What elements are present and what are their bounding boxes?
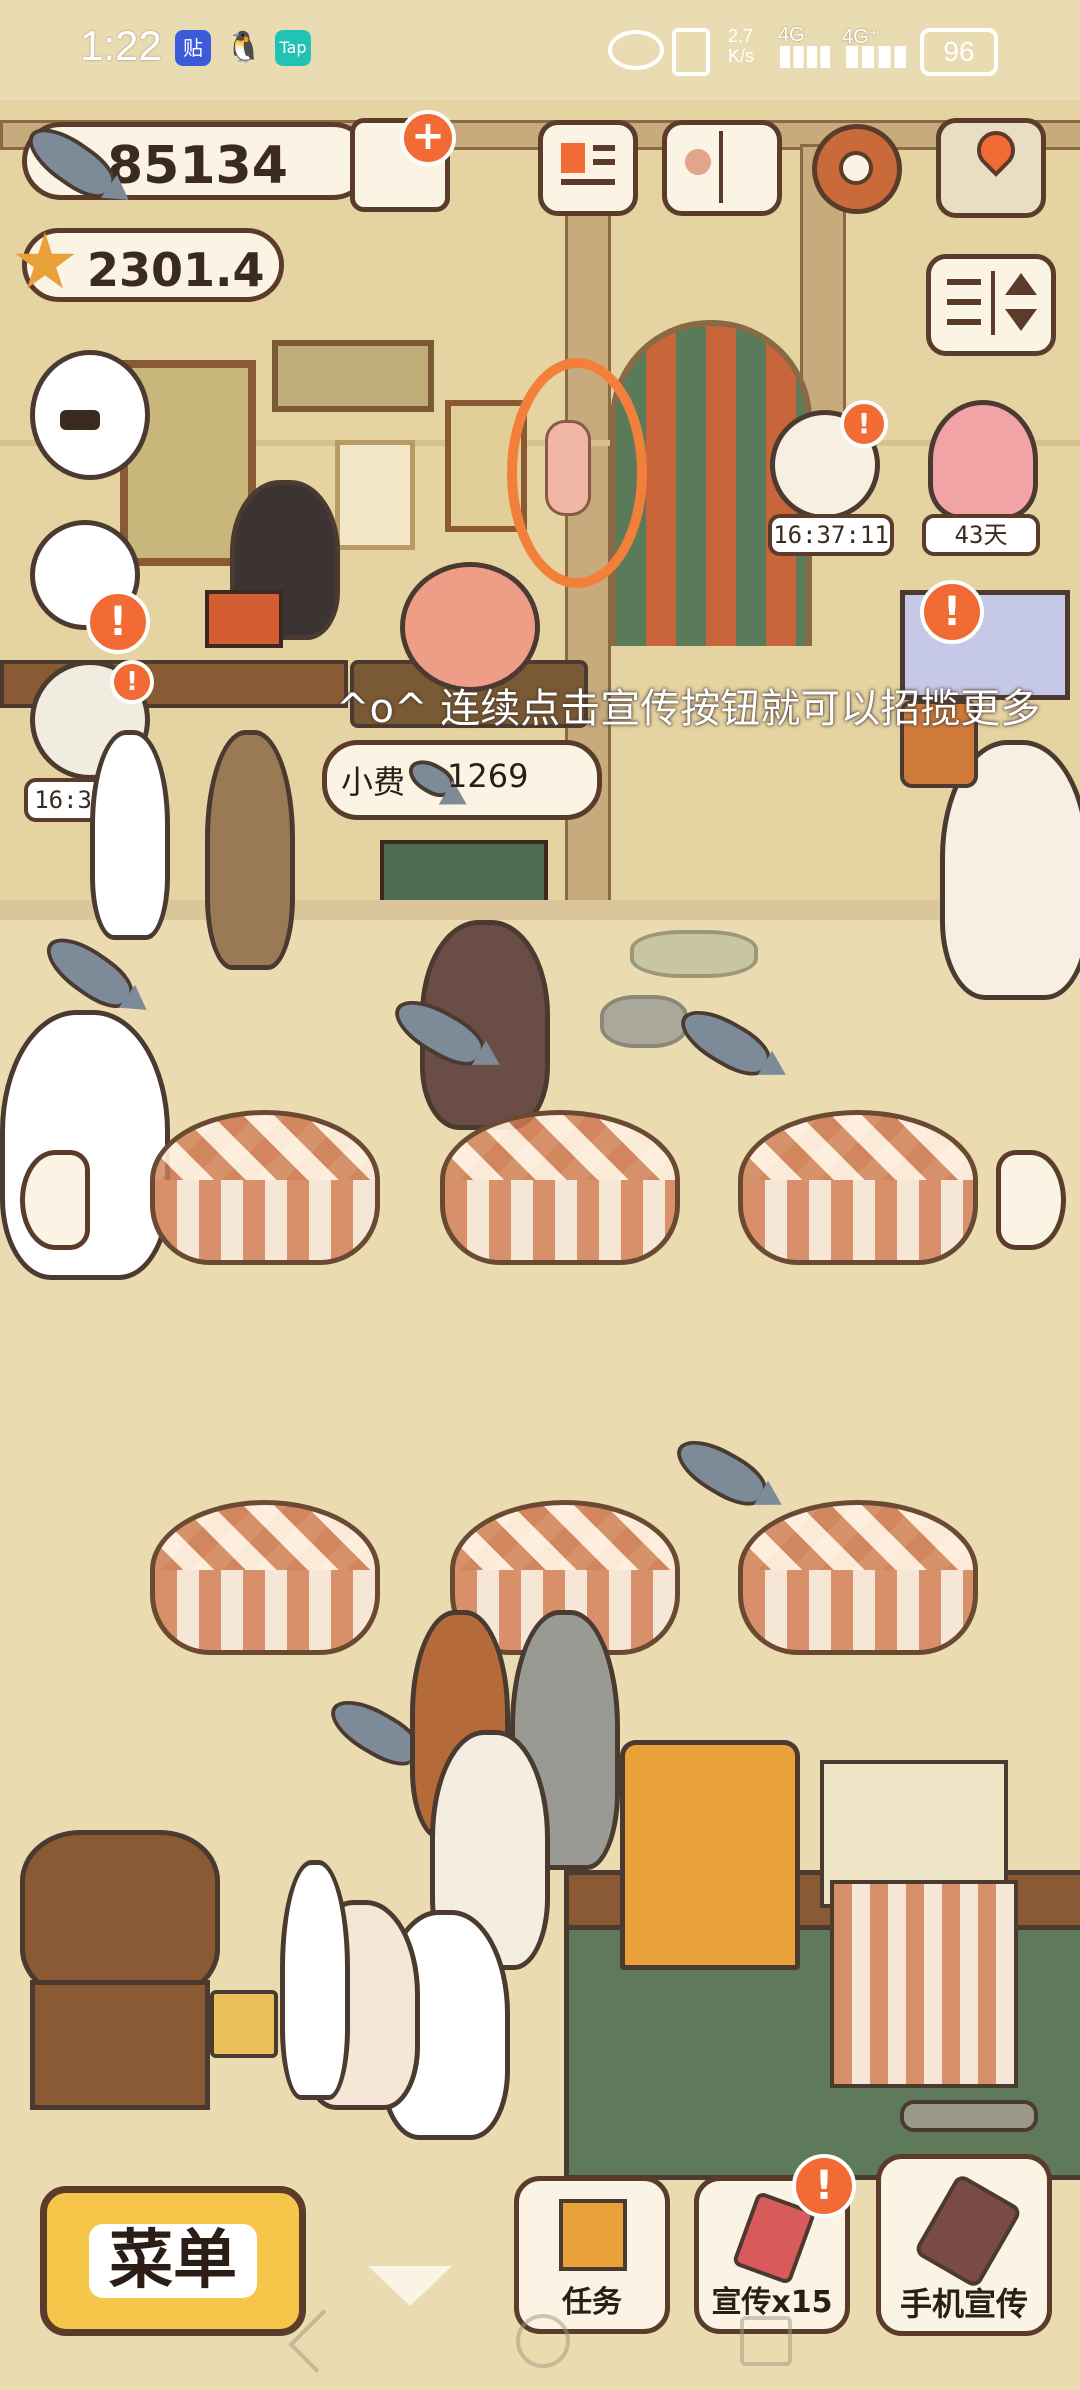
phone-promote-label: 手机宣传 [899,2285,1028,2323]
alert-badge: ! [86,590,150,654]
alert-badge-small: ! [840,400,888,448]
promote-label: 宣传x15 [711,2285,833,2320]
phone-promote-button[interactable]: 手机宣传 [876,2154,1052,2336]
wine-barrel[interactable] [20,1830,220,2000]
status-bar: 1:22 贴 🐧 Tap 2.7 K/s 4G 4G⁺ 96 [0,0,1080,100]
album-icon[interactable] [662,120,782,216]
pig-cashier[interactable] [400,562,540,692]
checklist-icon [559,2199,627,2271]
eye-comfort-icon [608,30,664,70]
scroll-right-arrow[interactable] [996,1150,1066,1250]
taptap-icon: Tap [275,30,311,66]
progress-bar [900,2100,1038,2132]
menu-button[interactable]: 菜单 [40,2186,306,2336]
stepping-stone [630,930,758,978]
map-icon[interactable] [936,118,1046,218]
clock: 1:22 [80,22,162,69]
gear-icon[interactable] [812,124,902,214]
days-counter: 43天 [922,514,1040,556]
app-notification-icon: 贴 [175,30,211,66]
pink-hair-girl-visitor[interactable] [928,400,1038,520]
menu-book-icon [205,590,283,648]
phone-icon [912,2172,1024,2290]
tablecloth [440,1180,680,1265]
tablecloth [738,1570,978,1655]
white-rabbit-customer[interactable] [280,1860,350,2100]
certificate-frame [335,440,415,550]
newspaper-icon[interactable] [538,120,638,216]
nav-home-icon[interactable] [516,2314,570,2368]
signal-1-label: 4G [778,24,805,46]
menu-button-label: 菜单 [89,2224,257,2298]
battery-indicator: 96 [920,28,998,76]
bowtie-icon [60,410,100,430]
stepping-stone [600,995,688,1048]
promote-alert-badge: ! [792,2154,856,2218]
right-visitor-timer: 16:37:11 [768,514,894,556]
network-speed: 2.7 K/s [728,26,755,66]
tip-label: 小费 [341,763,406,801]
tip-bubble[interactable]: 小费 1269 [322,740,602,820]
promotion-notice: ^o^ 连续点击宣传按钮就可以招揽更多 [336,686,1041,732]
beer-mug [210,1990,278,2058]
fish-bone-frame [272,340,434,412]
shiba-customer[interactable] [90,730,170,940]
add-fish-button[interactable]: + [400,110,456,166]
alert-badge: ! [920,580,984,644]
tasks-button[interactable]: 任务 [514,2176,670,2334]
barrel-stand [30,1980,210,2110]
filter-icon[interactable] [926,254,1056,356]
tip-value: 1269 [447,757,529,795]
signal-2-icon [846,46,906,68]
collapse-arrow[interactable] [368,2266,452,2306]
scroll-left-arrow[interactable] [20,1150,90,1250]
tablecloth [150,1180,380,1265]
coffee-machine[interactable] [620,1740,800,1970]
qq-icon: 🐧 [225,30,263,65]
cup-shelf-cloth [830,1880,1018,2088]
brown-rabbit-customer[interactable] [205,730,295,970]
nav-recents-icon[interactable] [740,2316,792,2366]
tablecloth [150,1570,380,1655]
vibrate-icon [672,28,710,76]
fairy-visitor[interactable] [545,420,591,516]
signal-1-icon [780,46,830,68]
alert-badge-small: ! [110,660,154,704]
star-currency-pill: 2301.4 [22,228,284,302]
star-count: 2301.4 [87,243,265,297]
tablecloth [738,1180,978,1265]
